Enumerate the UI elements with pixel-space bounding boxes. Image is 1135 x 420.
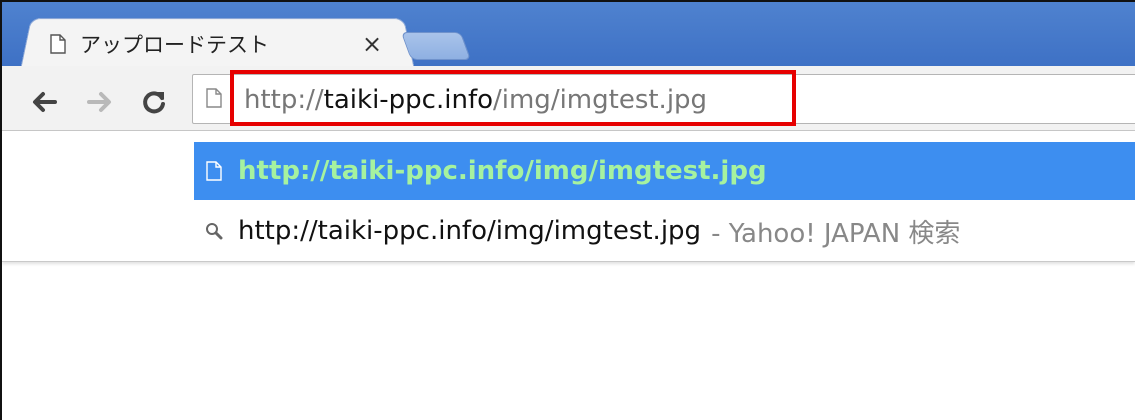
forward-arrow-icon (87, 92, 111, 112)
back-button[interactable] (26, 84, 62, 120)
suggestion-text: http://taiki-ppc.info/img/imgtest.jpg (238, 216, 702, 246)
browser-window: アップロードテスト × http://taiki-ppc.info/img/im… (0, 0, 1135, 420)
back-arrow-icon (33, 92, 57, 112)
suggestion-text: http://taiki-ppc.info/img/imgtest.jpg (238, 156, 767, 186)
tab-title: アップロードテスト (80, 33, 269, 57)
reload-icon (143, 91, 165, 114)
url-highlight-box (230, 70, 796, 126)
new-tab-button[interactable] (400, 32, 472, 60)
page-icon (204, 159, 224, 183)
forward-button[interactable] (82, 84, 118, 120)
suggestion-suffix: - Yahoo! JAPAN 検索 (711, 218, 961, 249)
page-icon (206, 88, 222, 108)
reload-button[interactable] (136, 84, 172, 120)
suggestion-item-search[interactable]: http://taiki-ppc.info/img/imgtest.jpg - … (194, 202, 1135, 260)
search-icon (204, 219, 224, 243)
tab-content[interactable]: アップロードテスト (50, 26, 400, 62)
tab-close-button[interactable]: × (360, 30, 384, 58)
suggestion-item-selected[interactable]: http://taiki-ppc.info/img/imgtest.jpg (194, 142, 1135, 200)
page-icon (50, 34, 66, 54)
